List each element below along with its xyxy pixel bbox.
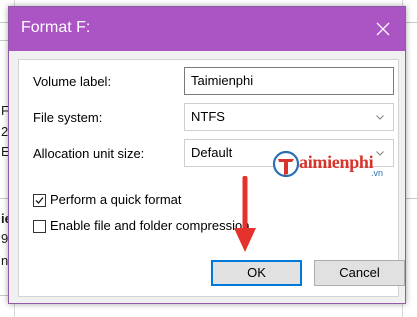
file-system-select[interactable]: NTFS bbox=[184, 103, 394, 131]
dialog-titlebar[interactable]: Format F: bbox=[9, 7, 405, 51]
volume-label-caption: Volume label: bbox=[33, 74, 112, 89]
dialog-title: Format F: bbox=[21, 19, 91, 36]
checkmark-icon bbox=[35, 197, 44, 204]
allocation-unit-size-value: Default bbox=[191, 145, 233, 160]
logo-emblem-icon bbox=[272, 150, 300, 178]
compression-checkbox[interactable] bbox=[33, 220, 46, 233]
ok-button[interactable]: OK bbox=[211, 260, 302, 286]
logo-wordmark: aimienphi bbox=[299, 152, 374, 172]
chevron-down-icon bbox=[376, 115, 384, 120]
cancel-button[interactable]: Cancel bbox=[314, 260, 405, 286]
annotation-arrow-icon bbox=[234, 176, 256, 252]
close-icon bbox=[376, 22, 390, 36]
file-system-caption: File system: bbox=[33, 110, 103, 125]
allocation-unit-size-caption: Allocation unit size: bbox=[33, 146, 145, 161]
compression-label: Enable file and folder compression bbox=[50, 218, 250, 233]
file-system-value: NTFS bbox=[191, 109, 225, 124]
volume-label-input[interactable]: Taimienphi bbox=[184, 67, 394, 95]
logo-tld: .vn bbox=[371, 168, 384, 178]
quick-format-checkbox[interactable] bbox=[33, 194, 46, 207]
quick-format-label: Perform a quick format bbox=[50, 192, 182, 207]
taimienphi-logo: aimienphi .vn bbox=[272, 150, 392, 190]
close-button[interactable] bbox=[367, 13, 399, 45]
